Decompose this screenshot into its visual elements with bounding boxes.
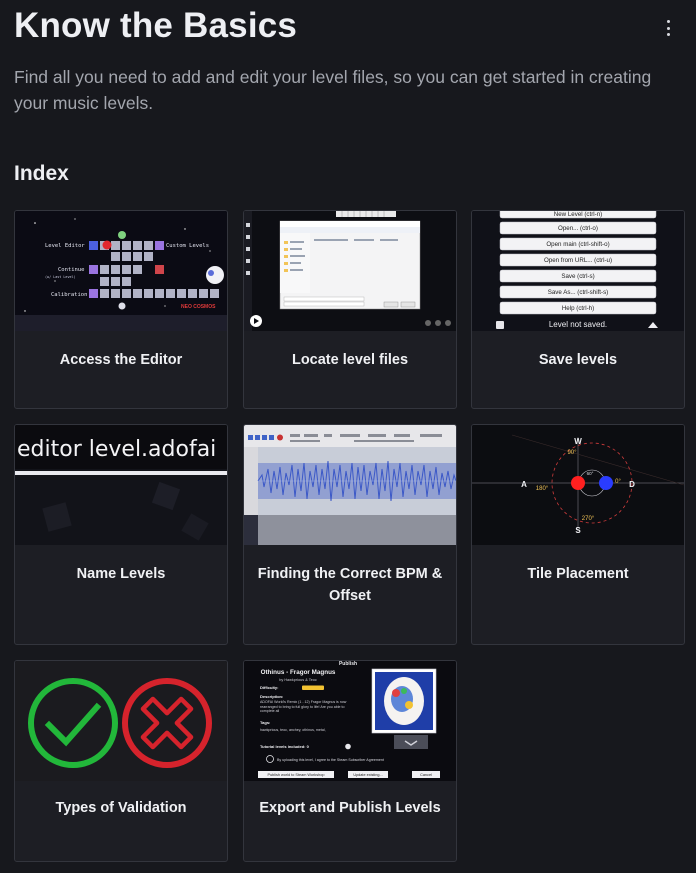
card-label: Finding the Correct BPM & Offset <box>257 566 443 604</box>
svg-text:270°: 270° <box>582 516 595 522</box>
card-access-the-editor[interactable]: Level Editor Custom Levels Continue (w/ … <box>14 210 228 409</box>
svg-text:Open main (ctrl-shift-o): Open main (ctrl-shift-o) <box>546 241 609 248</box>
more-options-icon[interactable] <box>664 20 672 36</box>
svg-text:Publish world to Steam Worksho: Publish world to Steam Workshop <box>268 773 325 777</box>
svg-text:A: A <box>521 480 527 489</box>
page-title: Know the Basics <box>14 6 298 45</box>
svg-text:Tutorial levels included: 0: Tutorial levels included: 0 <box>260 744 310 749</box>
svg-text:Save As... (ctrl-shift-s): Save As... (ctrl-shift-s) <box>548 289 609 296</box>
card-label: Export and Publish Levels <box>259 800 441 816</box>
svg-text:Cancel: Cancel <box>420 773 432 777</box>
svg-text:Open... (ctrl-o): Open... (ctrl-o) <box>558 225 598 232</box>
thumbnail-file-dialog <box>244 211 456 331</box>
svg-text:D: D <box>629 480 635 489</box>
svg-text:editor level.adofai: editor level.adofai <box>17 437 216 462</box>
svg-text:W: W <box>574 437 582 446</box>
waveform-image <box>244 425 456 545</box>
svg-text:0°: 0° <box>615 479 621 485</box>
svg-text:Help (ctrl-h): Help (ctrl-h) <box>562 305 594 312</box>
card-label: Types of Validation <box>55 800 187 816</box>
svg-text:By uploading this level, I agr: By uploading this level, I agree to the … <box>277 758 384 762</box>
svg-text:Tags:: Tags: <box>260 720 270 725</box>
svg-text:S: S <box>575 526 581 535</box>
thumbnail-validation <box>15 661 227 781</box>
svg-text:Update existing...: Update existing... <box>353 773 382 777</box>
card-save-levels[interactable]: New Level (ctrl-n) Open... (ctrl-o) Open… <box>471 210 685 409</box>
card-label: Tile Placement <box>527 566 629 582</box>
card-tile-placement[interactable]: W A S D 90° 180° 270° 0° 60° Tile Placem… <box>471 424 685 645</box>
svg-text:Save (ctrl-s): Save (ctrl-s) <box>561 273 594 280</box>
thumbnail-level-filename: editor level.adofai <box>15 425 227 545</box>
svg-text:Publish: Publish <box>339 661 357 667</box>
svg-text:Open from URL... (ctrl-u): Open from URL... (ctrl-u) <box>544 257 612 264</box>
svg-text:Level not saved.: Level not saved. <box>549 320 607 329</box>
svg-text:Level Editor: Level Editor <box>45 243 85 249</box>
card-locate-level-files[interactable]: Locate level files <box>243 210 457 409</box>
svg-text:Difficulty:: Difficulty: <box>260 685 278 690</box>
card-label: Locate level files <box>291 352 409 368</box>
svg-text:Calibration: Calibration <box>51 292 87 298</box>
publish-dialog-image: Publish Othinus - Fragor Magnus by Hawkp… <box>244 661 456 781</box>
thumbnail-save-menu: New Level (ctrl-n) Open... (ctrl-o) Open… <box>472 211 684 331</box>
card-label: Name Levels <box>76 566 166 582</box>
thumbnail-tile-angles: W A S D 90° 180° 270° 0° 60° <box>472 425 684 545</box>
card-finding-bpm-offset[interactable]: Finding the Correct BPM & Offset <box>243 424 457 645</box>
index-grid: Level Editor Custom Levels Continue (w/ … <box>14 210 686 862</box>
card-name-levels[interactable]: editor level.adofai Name Levels <box>14 424 228 645</box>
svg-text:NEO COSMOS: NEO COSMOS <box>181 304 216 310</box>
svg-text:hawkprious, teoc, anchey, othi: hawkprious, teoc, anchey, othinus, metal… <box>260 728 326 732</box>
page-subtitle: Find all you need to add and edit your l… <box>14 67 652 113</box>
thumbnail-editor-menu: Level Editor Custom Levels Continue (w/ … <box>15 211 227 331</box>
thumbnail-audio-waveform <box>244 425 456 545</box>
save-menu-image: New Level (ctrl-n) Open... (ctrl-o) Open… <box>472 211 684 331</box>
card-label: Save levels <box>538 352 618 368</box>
card-types-of-validation[interactable]: Types of Validation <box>14 660 228 862</box>
svg-text:60°: 60° <box>587 471 594 476</box>
svg-text:180°: 180° <box>536 486 549 492</box>
filename-image: editor level.adofai <box>15 425 227 545</box>
file-dialog-image <box>244 211 456 331</box>
card-export-publish-levels[interactable]: Publish Othinus - Fragor Magnus by Hawkp… <box>243 660 457 862</box>
svg-text:Continue: Continue <box>58 267 85 273</box>
svg-text:90°: 90° <box>567 450 577 456</box>
svg-text:(w/ Last Level): (w/ Last Level) <box>45 275 76 279</box>
card-label: Access the Editor <box>59 352 183 368</box>
svg-text:New Level (ctrl-n): New Level (ctrl-n) <box>554 211 602 218</box>
tile-angles-image: W A S D 90° 180° 270° 0° 60° <box>472 425 684 545</box>
thumbnail-publish-dialog: Publish Othinus - Fragor Magnus by Hawkp… <box>244 661 456 781</box>
editor-menu-image: Level Editor Custom Levels Continue (w/ … <box>15 211 227 331</box>
svg-text:by Hawkprious & Teoc: by Hawkprious & Teoc <box>279 678 317 682</box>
svg-text:Description:: Description: <box>260 694 283 699</box>
index-heading: Index <box>14 162 69 185</box>
validation-image <box>15 661 227 781</box>
svg-text:Custom Levels: Custom Levels <box>166 243 209 249</box>
svg-text:Othinus - Fragor Magnus: Othinus - Fragor Magnus <box>261 669 336 676</box>
